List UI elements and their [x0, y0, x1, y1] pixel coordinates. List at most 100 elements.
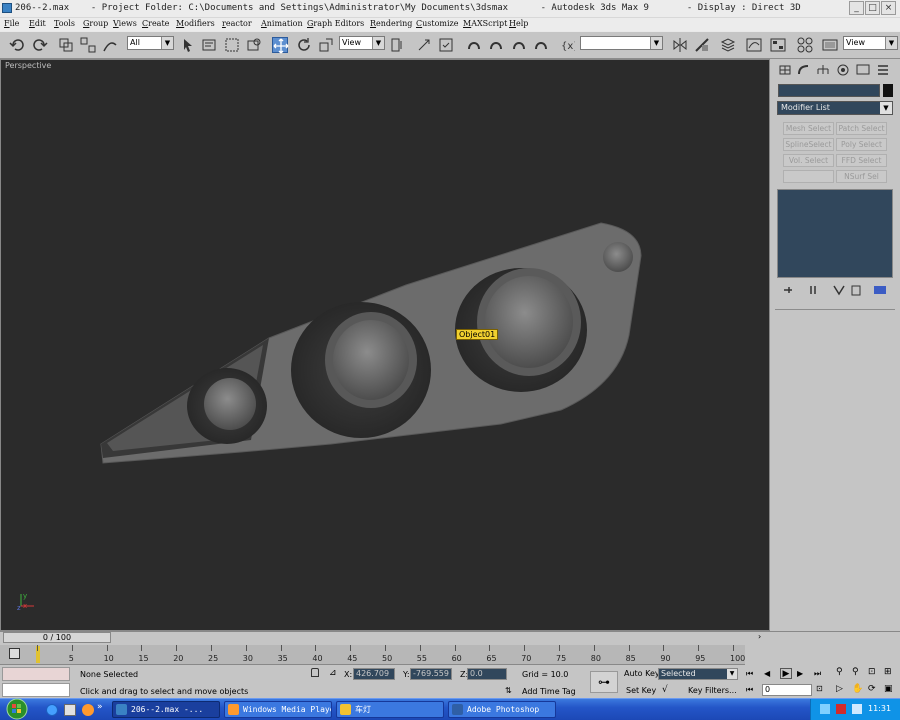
zoom-extents-all-icon[interactable]: ⊞	[884, 667, 892, 677]
reference-coord-select[interactable]: View ▼	[339, 36, 385, 50]
snap-toggle-icon[interactable]	[466, 37, 482, 53]
motion-tab-icon[interactable]	[835, 63, 851, 77]
redo-icon[interactable]	[32, 37, 48, 53]
headlight-mesh[interactable]: x y z	[1, 60, 769, 630]
select-object-icon[interactable]	[180, 37, 196, 53]
play-icon[interactable]: ▶	[780, 668, 792, 679]
undo-icon[interactable]	[9, 37, 25, 53]
configure-modifier-sets-icon[interactable]	[873, 284, 887, 296]
modify-tab-icon[interactable]	[796, 63, 812, 77]
zoom-all-icon[interactable]: ⚲	[852, 667, 859, 677]
set-key-button[interactable]: Set Key	[626, 686, 656, 695]
menu-tools[interactable]: Tools	[54, 19, 75, 28]
angle-snap-icon[interactable]	[488, 37, 504, 53]
spinner-snap-icon[interactable]	[533, 37, 549, 53]
track-bar-key-icon[interactable]	[9, 648, 20, 659]
material-editor-icon[interactable]	[797, 37, 813, 53]
menu-customize[interactable]: Customize	[416, 19, 459, 28]
previous-frame-icon[interactable]: ◀	[764, 669, 770, 678]
menu-create[interactable]: Create	[142, 19, 169, 28]
mesh-select-button[interactable]: Mesh Select	[783, 122, 834, 135]
schematic-view-icon[interactable]	[770, 37, 786, 53]
edit-named-selection-icon[interactable]: {x}	[559, 37, 580, 53]
curve-editor-icon[interactable]	[746, 37, 762, 53]
menu-edit[interactable]: Edit	[29, 19, 46, 28]
window-crossing-icon[interactable]	[246, 37, 262, 53]
time-config-icon[interactable]: ⊡	[816, 684, 823, 693]
absolute-mode-icon[interactable]: ⊿	[329, 668, 337, 678]
object-name-field[interactable]	[778, 84, 880, 97]
maximize-viewport-icon[interactable]: ▣	[884, 684, 893, 694]
menu-reactor[interactable]: reactor	[222, 19, 252, 28]
menu-file[interactable]: File	[4, 19, 19, 28]
auto-key-button[interactable]: Auto Key	[624, 669, 660, 678]
zoom-icon[interactable]: ⚲	[836, 667, 843, 677]
layer-manager-icon[interactable]	[720, 37, 736, 53]
key-mode-dropdown[interactable]: Selected ▼	[658, 668, 738, 680]
pivot-center-icon[interactable]	[390, 37, 406, 53]
rotate-icon[interactable]	[296, 37, 312, 53]
select-manipulate-icon[interactable]	[416, 37, 432, 53]
quick-launch-desktop-icon[interactable]	[64, 704, 76, 716]
menu-help[interactable]: Help	[509, 19, 528, 28]
task-3dsmax[interactable]: 206--2.max -...	[112, 701, 220, 718]
pan-icon[interactable]: ✋	[852, 684, 863, 694]
time-slider[interactable]: 0 / 100	[3, 632, 111, 643]
menu-modifiers[interactable]: Modifiers	[176, 19, 215, 28]
quick-launch-ie-icon[interactable]	[46, 704, 58, 716]
move-icon[interactable]	[272, 37, 289, 54]
scale-icon[interactable]	[318, 37, 334, 53]
render-scene-icon[interactable]	[822, 37, 838, 53]
render-type-select[interactable]: View ▼	[843, 36, 898, 50]
mirror-icon[interactable]	[672, 37, 688, 53]
pin-stack-icon[interactable]	[782, 284, 796, 296]
maxscript-listener-pink[interactable]	[2, 667, 70, 681]
maximize-button[interactable]: □	[865, 1, 880, 15]
key-mode-toggle-icon[interactable]: ⏮	[746, 685, 753, 695]
key-filter-icon[interactable]: √	[662, 685, 668, 695]
percent-snap-icon[interactable]	[511, 37, 527, 53]
quick-launch-expand-icon[interactable]: »	[97, 702, 103, 712]
go-to-end-icon[interactable]: ⏭	[814, 669, 821, 679]
tray-volume-icon[interactable]	[852, 704, 862, 714]
add-time-tag-button[interactable]: Add Time Tag	[522, 687, 576, 696]
x-coord-field[interactable]: 426.709	[353, 668, 395, 680]
next-frame-icon[interactable]: ▶	[797, 669, 803, 678]
unlink-icon[interactable]	[80, 37, 96, 53]
key-filters-button[interactable]: Key Filters...	[688, 686, 737, 695]
arc-rotate-icon[interactable]: ⟳	[868, 684, 876, 694]
show-end-result-icon[interactable]	[807, 284, 821, 296]
menu-graph-editors[interactable]: Graph Editors	[307, 19, 364, 28]
modifier-stack[interactable]	[777, 189, 893, 278]
select-by-name-icon[interactable]	[201, 37, 217, 53]
perspective-viewport[interactable]: Perspective x y z Object01	[0, 59, 770, 631]
spline-select-button[interactable]: SplineSelect	[783, 138, 834, 151]
poly-select-button[interactable]: Poly Select	[836, 138, 887, 151]
lock-selection-icon[interactable]	[311, 668, 319, 677]
remove-modifier-icon[interactable]	[849, 284, 863, 296]
current-frame-field[interactable]: 0	[762, 684, 812, 696]
go-to-start-icon[interactable]: ⏮	[746, 669, 753, 679]
task-photoshop[interactable]: Adobe Photoshop	[448, 701, 556, 718]
time-slider-arrow-right[interactable]: ›	[758, 632, 768, 643]
make-unique-icon[interactable]	[832, 284, 846, 296]
close-button[interactable]: ×	[881, 1, 896, 15]
maxscript-listener-white[interactable]	[2, 683, 70, 697]
object-color-swatch[interactable]	[883, 84, 893, 97]
named-selection-set-select[interactable]: ▼	[580, 36, 663, 50]
field-of-view-icon[interactable]: ▷	[836, 684, 843, 694]
bind-space-warp-icon[interactable]	[102, 37, 118, 53]
menu-rendering[interactable]: Rendering	[370, 19, 412, 28]
create-tab-icon[interactable]	[777, 63, 793, 77]
minimize-button[interactable]: _	[849, 1, 864, 15]
hierarchy-tab-icon[interactable]	[815, 63, 831, 77]
tray-security-icon[interactable]	[836, 704, 846, 714]
blank-modifier-button[interactable]	[783, 170, 834, 183]
task-folder[interactable]: 车灯	[336, 701, 444, 718]
task-media-player[interactable]: Windows Media Player	[224, 701, 332, 718]
menu-views[interactable]: Views	[113, 19, 137, 28]
utilities-tab-icon[interactable]	[875, 63, 891, 77]
keyboard-shortcut-icon[interactable]	[438, 37, 454, 53]
set-key-key-icon[interactable]: ⊶	[590, 671, 618, 693]
nsurf-sel-button[interactable]: NSurf Sel	[836, 170, 887, 183]
